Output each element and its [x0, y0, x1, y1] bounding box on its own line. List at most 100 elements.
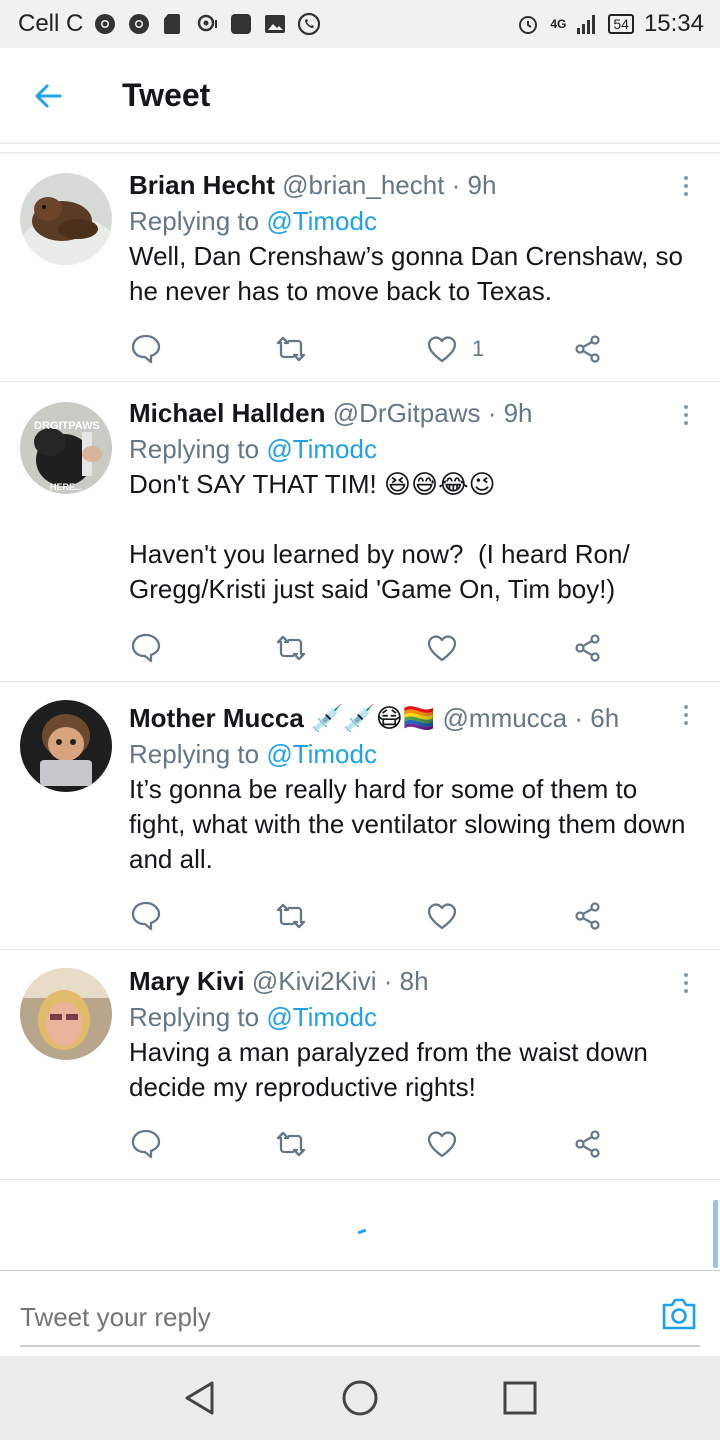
share-button[interactable] [573, 628, 603, 668]
author-handle[interactable]: @mmucca [443, 703, 568, 733]
retweet-button[interactable] [274, 1124, 308, 1164]
replying-to: Replying to @Timodc [129, 203, 690, 239]
battery-indicator: 54 [608, 14, 634, 34]
author-handle[interactable]: @Kivi2Kivi [252, 966, 377, 996]
system-nav-bar [0, 1356, 720, 1440]
author-name[interactable]: Mary Kivi [129, 966, 245, 996]
replying-to: Replying to @Timodc [129, 999, 690, 1035]
tweet-time: · 9h [451, 170, 497, 200]
tweet-meta: Brian Hecht @brian_hecht · 9h [129, 167, 690, 203]
app-header: Tweet [0, 48, 720, 144]
like-icon [427, 1131, 457, 1158]
avatar-caption-top: DRGITPAWS [34, 420, 100, 432]
author-name[interactable]: Michael Hallden [129, 398, 326, 428]
author-handle[interactable]: @brian_hecht [282, 170, 444, 200]
tweet-text: Well, Dan Crenshaw’s gonna Dan Crenshaw,… [129, 241, 691, 306]
tweet-item[interactable]: DRGITPAWS HERE... Michael Hallden @DrGit… [0, 382, 720, 682]
tweet-item[interactable]: Brian Hecht @brian_hecht · 9h Replying t… [0, 153, 720, 382]
tweet-item[interactable]: Mary Kivi @Kivi2Kivi · 8h Replying to @T… [0, 950, 720, 1180]
nav-home-icon [342, 1380, 378, 1416]
reply-input[interactable] [20, 1291, 640, 1343]
share-icon [575, 902, 600, 930]
share-button[interactable] [573, 1124, 603, 1164]
nav-back-button[interactable] [176, 1374, 224, 1422]
back-arrow-icon [35, 84, 62, 107]
sd-card-icon [164, 14, 181, 34]
more-options-button[interactable] [674, 400, 698, 430]
back-button[interactable] [0, 48, 96, 144]
tweet-meta: Mother Mucca 💉💉😷🏳️‍🌈 @mmucca · 6h [129, 700, 690, 736]
more-options-button[interactable] [674, 968, 698, 998]
status-bar: Cell C 4G 54 15:34 [0, 0, 720, 48]
app-icon [231, 14, 252, 34]
share-icon [575, 634, 600, 662]
loading-area [0, 1180, 720, 1270]
clock: 15:34 [643, 10, 704, 37]
share-icon [575, 1130, 600, 1158]
tweet-item[interactable]: Mother Mucca 💉💉😷🏳️‍🌈 @mmucca · 6h Replyi… [0, 682, 720, 950]
carrier-label: Cell C [18, 10, 84, 37]
input-underline [20, 1345, 700, 1347]
reply-icon [131, 633, 161, 663]
replying-prefix: Replying to [129, 739, 267, 769]
avatar[interactable]: DRGITPAWS HERE... [20, 402, 112, 494]
author-emoji: 💉💉😷🏳️‍🌈 [311, 703, 436, 733]
like-count: 1 [472, 336, 485, 361]
nav-home-button[interactable] [336, 1374, 384, 1422]
author-name[interactable]: Brian Hecht [129, 170, 275, 200]
tweet-actions: 1 [129, 329, 619, 369]
reply-button[interactable] [129, 896, 163, 936]
more-options-button[interactable] [674, 700, 698, 730]
tweet-text: Having a man paralyzed from the waist do… [129, 1037, 656, 1102]
tweet-time: · 9h [487, 398, 533, 428]
reply-icon [131, 334, 161, 364]
reply-button[interactable] [129, 329, 163, 369]
mention-link[interactable]: @Timodc [266, 206, 377, 236]
whatsapp-icon [298, 12, 321, 36]
share-button[interactable] [573, 896, 603, 936]
network-label: 4G [550, 17, 567, 31]
more-options-button[interactable] [674, 171, 698, 201]
nav-recents-icon [503, 1381, 537, 1415]
like-button[interactable] [426, 1124, 472, 1164]
reply-button[interactable] [129, 628, 163, 668]
location-icon [198, 14, 218, 32]
avatar[interactable] [20, 700, 112, 792]
like-button[interactable] [426, 896, 472, 936]
tweet-text: It’s gonna be really hard for some of th… [129, 774, 693, 874]
nav-recents-button[interactable] [496, 1374, 544, 1422]
like-button[interactable] [426, 628, 472, 668]
mention-link[interactable]: @Timodc [266, 739, 377, 769]
retweet-button[interactable] [274, 329, 308, 369]
replying-to: Replying to @Timodc [129, 431, 690, 467]
mention-link[interactable]: @Timodc [266, 1002, 377, 1032]
replying-to: Replying to @Timodc [129, 736, 690, 772]
page-title: Tweet [122, 77, 211, 113]
scrollbar[interactable] [713, 1200, 718, 1268]
retweet-button[interactable] [274, 628, 308, 668]
like-icon [427, 903, 457, 930]
avatar[interactable] [20, 173, 112, 265]
avatar[interactable] [20, 968, 112, 1060]
gallery-icon [265, 15, 286, 33]
reply-icon [131, 901, 161, 931]
retweet-icon [276, 1131, 306, 1157]
retweet-button[interactable] [274, 896, 308, 936]
like-button[interactable]: 1 [426, 329, 484, 369]
signal-icon [577, 15, 596, 34]
chrome-icon [129, 14, 150, 34]
reply-icon [131, 1129, 161, 1159]
reply-button[interactable] [129, 1124, 163, 1164]
camera-icon[interactable] [660, 1297, 698, 1331]
mention-link[interactable]: @Timodc [266, 434, 377, 464]
tweet-meta: Mary Kivi @Kivi2Kivi · 8h [129, 963, 690, 999]
alarm-icon [519, 16, 538, 34]
retweet-icon [276, 336, 306, 362]
avatar-caption-bottom: HERE... [50, 482, 83, 492]
author-name[interactable]: Mother Mucca [129, 703, 304, 733]
share-icon [575, 335, 600, 363]
reply-composer [0, 1270, 720, 1356]
author-handle[interactable]: @DrGitpaws [333, 398, 481, 428]
tweet-actions [129, 896, 619, 936]
share-button[interactable] [573, 329, 603, 369]
